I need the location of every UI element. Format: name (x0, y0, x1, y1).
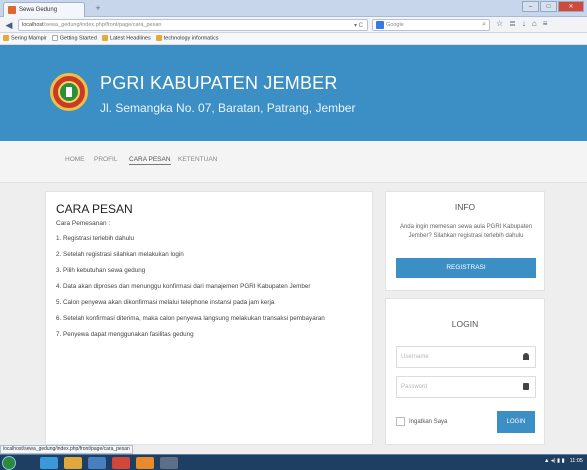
browser-nav-bar: ◀ localhost/sewa_gedung/index.php/front/… (0, 17, 587, 33)
remember-checkbox[interactable] (396, 417, 405, 426)
remember-me: Ingatkan Saya (396, 417, 447, 426)
system-tray: ▲ ◂) ▮ ▮ 11:05 (544, 458, 583, 464)
page-title: CARA PESAN (56, 202, 133, 216)
app-taskbar-icon[interactable] (160, 457, 178, 469)
login-panel: LOGIN Username Password Ingatkan Saya LO… (385, 298, 545, 445)
username-field[interactable]: Username (396, 346, 536, 368)
login-button[interactable]: LOGIN (497, 411, 535, 433)
site-address: Jl. Semangka No. 07, Baratan, Patrang, J… (100, 101, 356, 115)
close-window-icon[interactable]: ✕ (558, 1, 584, 12)
menu-item-cara-pesan[interactable]: CARA PESAN (129, 156, 171, 165)
explorer-taskbar-icon[interactable] (40, 457, 58, 469)
bookmark-item[interactable]: Sering Mampir (3, 35, 47, 42)
user-icon (523, 353, 529, 360)
bookmark-item[interactable]: technology informatics (155, 35, 218, 42)
list-item: 7. Penyewa dapat menggunakan fasilitas g… (56, 331, 194, 338)
remember-label: Ingatkan Saya (409, 418, 448, 425)
info-title: INFO (454, 202, 476, 212)
search-placeholder: Google (386, 22, 404, 28)
tab-title: Sewa Gedung (19, 7, 58, 13)
bookmarks-list-icon[interactable]: ≣ (509, 19, 516, 28)
page-icon (155, 35, 162, 42)
search-engine-icon[interactable] (376, 21, 384, 29)
status-url: localhost/sewa_gedung/index.php/front/pa… (0, 445, 133, 454)
bookmark-item[interactable]: Getting Started (51, 35, 97, 42)
register-button[interactable]: REGISTRASI (396, 258, 536, 278)
list-item: 1. Registrasi terlebih dahulu (56, 235, 135, 242)
info-panel: INFO Anda ingin memesan sewa aula PGRI K… (385, 191, 545, 291)
firefox-taskbar-icon[interactable] (136, 457, 154, 469)
list-item: 5. Calon penyewa akan dikonfirmasi melal… (56, 299, 275, 306)
list-item: 6. Setelah konfirmasi diterima, maka cal… (56, 315, 325, 322)
logo-emblem (58, 81, 80, 103)
main-menu: HOME PROFIL CARA PESAN KETENTUAN (0, 141, 587, 183)
search-icon[interactable]: ⌕ (482, 21, 486, 29)
login-title: LOGIN (451, 319, 479, 329)
maximize-icon[interactable]: □ (540, 1, 557, 12)
folder-icon (3, 35, 9, 42)
list-item: 4. Data akan diproses dan menunggu konfi… (56, 283, 311, 290)
window-controls: – □ ✕ (522, 1, 584, 12)
bookmark-star-icon[interactable]: ☆ (496, 19, 503, 28)
address-bar[interactable]: localhost/sewa_gedung/index.php/front/pa… (18, 19, 368, 31)
feed-icon (101, 35, 108, 42)
cara-pesan-panel: CARA PESAN Cara Pemesanan : 1. Registras… (45, 191, 373, 445)
url-path: /sewa_gedung/index.php/front/page/cara_p… (43, 22, 162, 28)
browser-tab-bar: Sewa Gedung + – □ ✕ (0, 0, 587, 17)
folder-taskbar-icon[interactable] (64, 457, 82, 469)
site-favicon-icon (8, 6, 16, 14)
toolbar-icons: ☆ ≣ ↓ ⌂ ≡ (496, 19, 547, 28)
url-host: localhost (22, 22, 44, 28)
download-icon[interactable]: ↓ (522, 19, 526, 28)
page-viewport: PGRI KABUPATEN JEMBER Jl. Semangka No. 0… (0, 45, 587, 445)
page-icon (51, 35, 58, 42)
reload-icon[interactable]: ▾ C (354, 22, 363, 29)
password-field[interactable]: Password (396, 376, 536, 398)
menu-item-ketentuan[interactable]: KETENTUAN (178, 156, 217, 163)
menu-item-profil[interactable]: PROFIL (94, 156, 117, 163)
bookmarks-bar: Sering Mampir Getting Started Latest Hea… (0, 33, 587, 45)
back-arrow-icon[interactable]: ◀ (2, 18, 16, 32)
app-taskbar-icon[interactable] (112, 457, 130, 469)
list-item: 3. Pilih kebutuhan sewa gedung (56, 267, 146, 274)
start-button[interactable] (2, 456, 16, 470)
bookmark-item[interactable]: Latest Headlines (101, 35, 151, 42)
menu-icon[interactable]: ≡ (543, 19, 548, 28)
list-item: 2. Setelah registrasi silahkan melakukan… (56, 251, 184, 258)
taskbar: ▲ ◂) ▮ ▮ 11:05 (0, 454, 587, 470)
search-bar[interactable]: Google ⌕ (372, 19, 490, 31)
app-taskbar-icon[interactable] (88, 457, 106, 469)
status-bar: localhost/sewa_gedung/index.php/front/pa… (0, 445, 587, 454)
menu-item-home[interactable]: HOME (65, 156, 85, 163)
section-subtitle: Cara Pemesanan : (56, 220, 111, 227)
clock: 11:05 (569, 458, 583, 464)
lock-icon (523, 383, 529, 390)
site-title: PGRI KABUPATEN JEMBER (100, 73, 338, 93)
browser-tab[interactable]: Sewa Gedung (3, 2, 85, 17)
home-icon[interactable]: ⌂ (532, 19, 537, 28)
site-header: PGRI KABUPATEN JEMBER Jl. Semangka No. 0… (0, 45, 587, 141)
info-text: Anda ingin memesan sewa aula PGRI Kabupa… (399, 224, 533, 239)
pgri-logo (50, 73, 88, 111)
tray-icons[interactable]: ▲ ◂) ▮ ▮ (544, 458, 565, 464)
new-tab-button[interactable]: + (92, 3, 104, 14)
minimize-icon[interactable]: – (522, 1, 539, 12)
